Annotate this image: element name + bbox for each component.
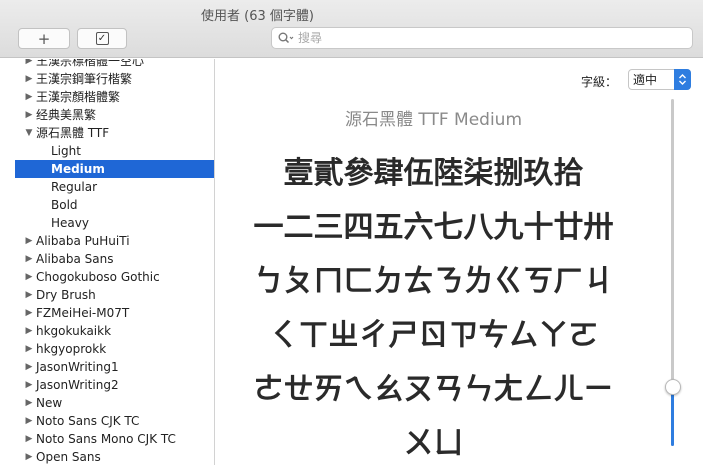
triangle-right-icon[interactable]: ▶ [24, 340, 34, 358]
font-item-label: 王漢宗顏楷體繁 [36, 90, 121, 104]
font-item-label: 王漢宗標楷體一空心 [36, 59, 145, 68]
font-item-label: 王漢宗鋼筆行楷繁 [36, 72, 133, 86]
font-family-item[interactable]: ▶ 王漢宗鋼筆行楷繁 [15, 70, 214, 88]
font-family-item[interactable]: ▶ Noto Sans CJK TC [15, 412, 214, 430]
triangle-right-icon[interactable]: ▶ [24, 232, 34, 250]
font-family-item[interactable]: ▶ Alibaba Sans [15, 250, 214, 268]
font-family-item[interactable]: ▶ hkgyoprokk [15, 340, 214, 358]
font-item-label: New [36, 396, 63, 410]
font-family-item[interactable]: ▶ New [15, 394, 214, 412]
font-list-sidebar[interactable]: ▶ 王漢宗標楷體一空心 ▶ 王漢宗鋼筆行楷繁 ▶ 王漢宗顏楷體繁 ▶ 经典美黑繁 ▼ 源石黑體 T… [15, 59, 215, 465]
font-style-item[interactable]: Bold [15, 196, 214, 214]
validate-font-button[interactable]: ✓ [77, 28, 127, 49]
font-family-item[interactable]: ▶ JasonWriting1 [15, 358, 214, 376]
triangle-right-icon[interactable]: ▶ [24, 268, 34, 286]
triangle-right-icon[interactable]: ▶ [24, 286, 34, 304]
font-style-item[interactable]: Heavy [15, 214, 214, 232]
font-list: ▶ 王漢宗標楷體一空心 ▶ 王漢宗鋼筆行楷繁 ▶ 王漢宗顏楷體繁 ▶ 经典美黑繁 ▼ 源石黑體 T… [15, 59, 214, 465]
sample-line: ㄨㄩ [403, 426, 464, 461]
font-family-item[interactable]: ▶ Alibaba PuHuiTi [15, 232, 214, 250]
font-style-item[interactable]: Medium [15, 160, 214, 178]
sample-line: 壹貳參肆伍陸柒捌玖拾 [283, 156, 584, 191]
font-item-label: FZMeiHei-M07T [36, 306, 130, 320]
triangle-right-icon[interactable]: ▶ [24, 322, 34, 340]
search-input[interactable] [298, 31, 678, 45]
font-item-label: Regular [51, 180, 98, 194]
font-item-label: Light [51, 144, 81, 158]
preview-font-name: 源石黑體 TTF Medium [344, 110, 523, 130]
add-font-button[interactable]: + [18, 28, 70, 49]
size-select[interactable]: 適中 [628, 69, 691, 90]
font-item-label: Open Sans [36, 450, 101, 464]
window-edge [0, 59, 15, 465]
font-family-item[interactable]: ▶ Open Sans [15, 448, 214, 465]
triangle-right-icon[interactable]: ▶ [24, 412, 34, 430]
size-label: 字級： [581, 75, 618, 89]
triangle-right-icon[interactable]: ▶ [24, 376, 34, 394]
font-item-label: Bold [51, 198, 78, 212]
chevron-updown-icon [674, 69, 691, 90]
triangle-right-icon[interactable]: ▶ [24, 358, 34, 376]
triangle-right-icon[interactable]: ▶ [24, 304, 34, 322]
triangle-right-icon[interactable]: ▶ [24, 430, 34, 448]
font-style-item[interactable]: Light [15, 142, 214, 160]
sample-line: ㄜㄝㄞㄟㄠㄡㄢㄣㄤㄥㄦㄧ [253, 372, 614, 407]
sample-line: ㄅㄆㄇㄈㄉㄊㄋㄌㄍㄎㄏㄐ [253, 264, 614, 299]
font-family-item[interactable]: ▶ 王漢宗顏楷體繁 [15, 88, 214, 106]
size-select-value: 適中 [633, 73, 658, 87]
font-style-item[interactable]: Regular [15, 178, 214, 196]
triangle-right-icon[interactable]: ▶ [24, 448, 34, 465]
search-field[interactable] [271, 27, 693, 49]
window-title: 使用者 (63 個字體) [201, 9, 314, 24]
sample-line: ㄑㄒㄓㄔㄕㄖㄗㄘㄙㄚㄛ [268, 318, 599, 353]
font-family-item[interactable]: ▶ Dry Brush [15, 286, 214, 304]
font-item-label: hkgyoprokk [36, 342, 107, 356]
font-item-label: Noto Sans CJK TC [36, 414, 140, 428]
font-item-label: JasonWriting2 [36, 378, 119, 392]
font-family-item[interactable]: ▶ JasonWriting2 [15, 376, 214, 394]
font-family-item[interactable]: ▶ hkgokukaikk [15, 322, 214, 340]
font-item-label: Chogokuboso Gothic [36, 270, 160, 284]
font-item-label: Dry Brush [36, 288, 96, 302]
font-item-label: hkgokukaikk [36, 324, 112, 338]
font-family-item[interactable]: ▶ 王漢宗標楷體一空心 [15, 59, 214, 70]
font-family-item[interactable]: ▶ FZMeiHei-M07T [15, 304, 214, 322]
font-item-label: JasonWriting1 [36, 360, 119, 374]
font-family-item[interactable]: ▶ Chogokuboso Gothic [15, 268, 214, 286]
toolbar: 使用者 (63 個字體) + ✓ [0, 0, 703, 58]
font-item-label: 经典美黑繁 [36, 108, 97, 122]
font-family-item[interactable]: ▶ 经典美黑繁 [15, 106, 214, 124]
triangle-right-icon[interactable]: ▶ [24, 59, 34, 70]
triangle-right-icon[interactable]: ▶ [24, 106, 34, 124]
triangle-right-icon[interactable]: ▶ [24, 394, 34, 412]
font-item-label: Heavy [51, 216, 89, 230]
font-preview-pane: 字級： 適中 源石黑體 TTF Medium 壹貳參肆伍陸柒捌玖拾 一二三四五六七… [216, 59, 703, 465]
font-item-label: Medium [51, 162, 105, 176]
size-slider-knob[interactable] [665, 379, 681, 395]
size-slider-fill [671, 389, 674, 446]
font-item-label: Alibaba Sans [36, 252, 114, 266]
font-item-label: Alibaba PuHuiTi [36, 234, 130, 248]
preview-sample-text: 壹貳參肆伍陸柒捌玖拾 一二三四五六七八九十廿卅 ㄅㄆㄇㄈㄉㄊㄋㄌㄍㄎㄏㄐ ㄑㄒㄓㄔㄕㄖ… [216, 147, 651, 465]
triangle-right-icon[interactable]: ▶ [24, 250, 34, 268]
plus-icon: + [37, 29, 51, 48]
magnifier-icon [278, 32, 294, 44]
sample-line: 一二三四五六七八九十廿卅 [253, 210, 614, 245]
font-family-item[interactable]: ▼ 源石黑體 TTF [15, 124, 214, 142]
font-family-item[interactable]: ▶ Noto Sans Mono CJK TC [15, 430, 214, 448]
triangle-right-icon[interactable]: ▶ [24, 88, 34, 106]
font-item-label: 源石黑體 TTF [36, 126, 110, 140]
triangle-right-icon[interactable]: ▶ [24, 70, 34, 88]
font-item-label: Noto Sans Mono CJK TC [36, 432, 176, 446]
checkbox-icon: ✓ [95, 32, 109, 45]
triangle-down-icon[interactable]: ▼ [24, 124, 34, 142]
